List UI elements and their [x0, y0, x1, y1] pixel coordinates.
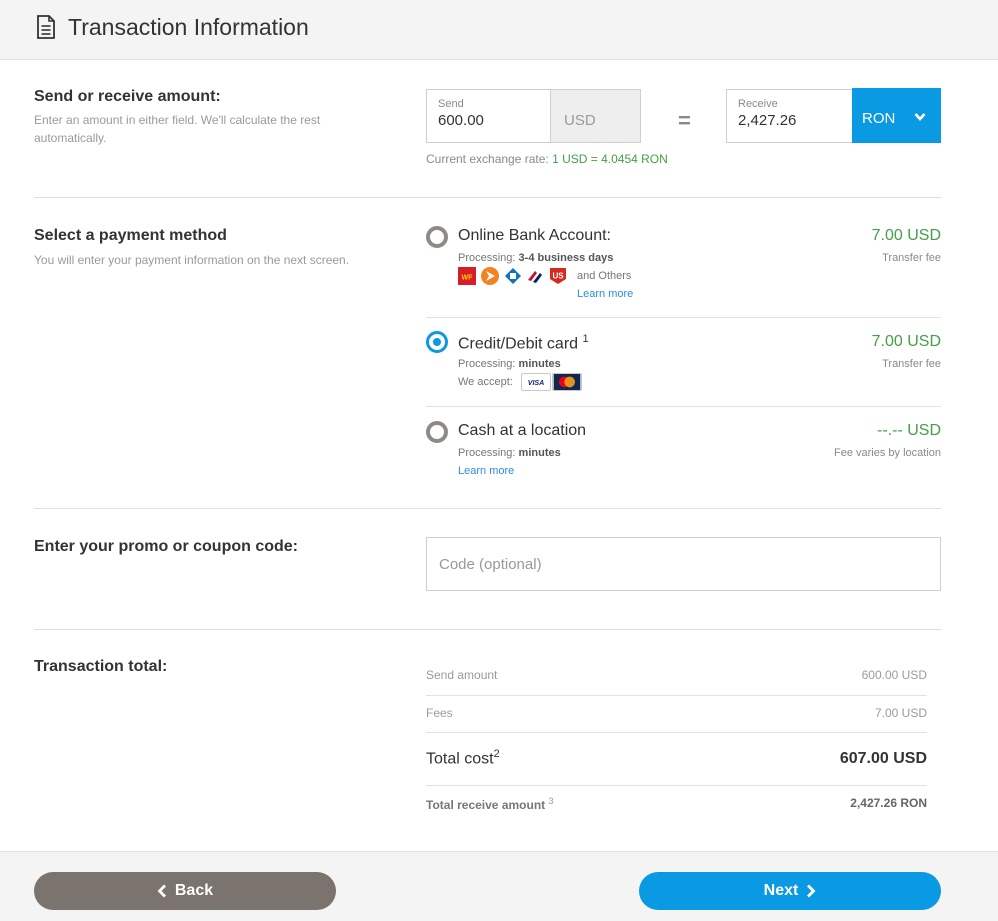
document-icon — [37, 15, 55, 39]
chevron-right-icon — [807, 884, 816, 898]
us-bank-logo: US — [550, 268, 566, 284]
cash-processing-value: minutes — [518, 447, 561, 459]
total-divider — [426, 695, 927, 696]
bank-account-title: Online Bank Account: — [458, 227, 611, 244]
total-cost-label-text: Total cost — [426, 750, 494, 768]
exchange-rate-value: 1 USD = 4.0454 RON — [552, 152, 668, 166]
visa-logo-text: VISA — [528, 379, 545, 387]
fees-value: 7.00 USD — [874, 706, 927, 720]
promo-field[interactable] — [426, 537, 941, 591]
bank-fee-note: Transfer fee — [882, 252, 941, 264]
send-field-label: Send — [438, 98, 464, 110]
visa-logo: VISA — [521, 373, 551, 391]
send-currency: USD — [564, 112, 596, 129]
chevron-left-icon — [157, 884, 166, 898]
bank-learn-more-link[interactable]: Learn more — [577, 288, 633, 300]
back-button-label: Back — [174, 882, 214, 899]
send-amount-value: 600.00 USD — [861, 668, 927, 682]
receive-currency-select[interactable]: RON — [852, 88, 941, 143]
chase-logo — [504, 267, 522, 285]
cash-fee: --.-- USD — [877, 422, 941, 439]
cash-fee-note: Fee varies by location — [834, 447, 941, 459]
next-button[interactable]: Next — [639, 872, 941, 910]
send-amount-label: Send amount — [426, 668, 498, 682]
amount-section-label: Send or receive amount: — [34, 88, 221, 105]
total-cost-value: 607.00 USD — [839, 750, 927, 767]
cash-learn-more-link[interactable]: Learn more — [458, 465, 514, 477]
bank-logo-2 — [481, 267, 499, 285]
total-divider — [426, 732, 927, 733]
amount-section-help: Enter an amount in either field. We'll c… — [34, 113, 321, 145]
credit-card-radio[interactable] — [426, 331, 448, 353]
promo-code-input[interactable] — [439, 556, 919, 573]
exchange-rate: Current exchange rate: 1 USD = 4.0454 RO… — [426, 152, 668, 166]
cash-processing-label: Processing: — [458, 447, 516, 459]
total-cost-label: Total cost2 — [426, 748, 500, 768]
total-receive-footnote: 3 — [548, 796, 554, 806]
credit-card-footnote: 1 — [582, 333, 589, 345]
bank-others: and Others — [577, 270, 632, 282]
card-accept-label: We accept: — [458, 376, 513, 388]
mastercard-logo — [552, 373, 582, 391]
promo-section-label: Enter your promo or coupon code: — [34, 538, 299, 555]
total-cost-footnote: 2 — [493, 748, 500, 760]
receive-currency: RON — [862, 110, 896, 127]
card-fee: 7.00 USD — [871, 333, 941, 350]
payment-section-label: Select a payment method — [34, 227, 227, 244]
card-processing-label: Processing: — [458, 358, 516, 370]
bank-processing-value: 3-4 business days — [518, 252, 614, 264]
cash-location-radio[interactable] — [426, 421, 448, 443]
card-fee-note: Transfer fee — [882, 358, 941, 370]
total-receive-label: Total receive amount 3 — [426, 796, 554, 812]
bank-of-america-logo — [526, 267, 544, 285]
total-receive-label-text: Total receive amount — [426, 798, 546, 812]
section-divider — [34, 197, 941, 198]
chevron-down-icon — [914, 113, 926, 121]
option-divider — [426, 317, 941, 318]
receive-field-label: Receive — [738, 98, 778, 110]
credit-card-title: Credit/Debit card 1 — [458, 333, 589, 353]
total-section-label: Transaction total: — [34, 658, 168, 675]
exchange-rate-prefix: Current exchange rate: — [426, 152, 553, 166]
option-divider — [426, 406, 941, 407]
total-receive-value: 2,427.26 RON — [850, 796, 927, 810]
next-button-label: Next — [763, 882, 799, 899]
bank-processing-label: Processing: — [458, 252, 516, 264]
cash-processing: Processing: minutes — [458, 447, 561, 459]
receive-field[interactable]: Receive — [726, 89, 853, 143]
send-amount-input[interactable] — [438, 112, 538, 129]
bank-fee: 7.00 USD — [871, 227, 941, 244]
us-bank-logo-text: US — [552, 272, 564, 281]
page-header: Transaction Information — [0, 0, 998, 60]
footer-bar: Back Next — [0, 851, 998, 921]
wells-fargo-logo-text: WF — [462, 275, 474, 282]
section-divider — [34, 629, 941, 630]
receive-amount-input[interactable] — [738, 112, 838, 129]
card-processing: Processing: minutes — [458, 358, 561, 370]
fees-label: Fees — [426, 706, 453, 720]
section-divider — [34, 508, 941, 509]
page-title: Transaction Information — [68, 14, 309, 40]
cash-location-title: Cash at a location — [458, 422, 587, 439]
payment-section-help: You will enter your payment information … — [34, 253, 350, 267]
card-processing-value: minutes — [518, 358, 561, 370]
wells-fargo-logo: WF — [458, 267, 476, 285]
back-button[interactable]: Back — [34, 872, 336, 910]
credit-card-title-text: Credit/Debit card — [458, 335, 579, 353]
send-currency-box: USD — [550, 89, 641, 143]
equals-sign: = — [678, 108, 691, 133]
send-field[interactable]: Send — [426, 89, 551, 143]
bank-processing: Processing: 3-4 business days — [458, 252, 613, 264]
total-divider — [426, 785, 927, 786]
bank-account-radio[interactable] — [426, 226, 448, 248]
